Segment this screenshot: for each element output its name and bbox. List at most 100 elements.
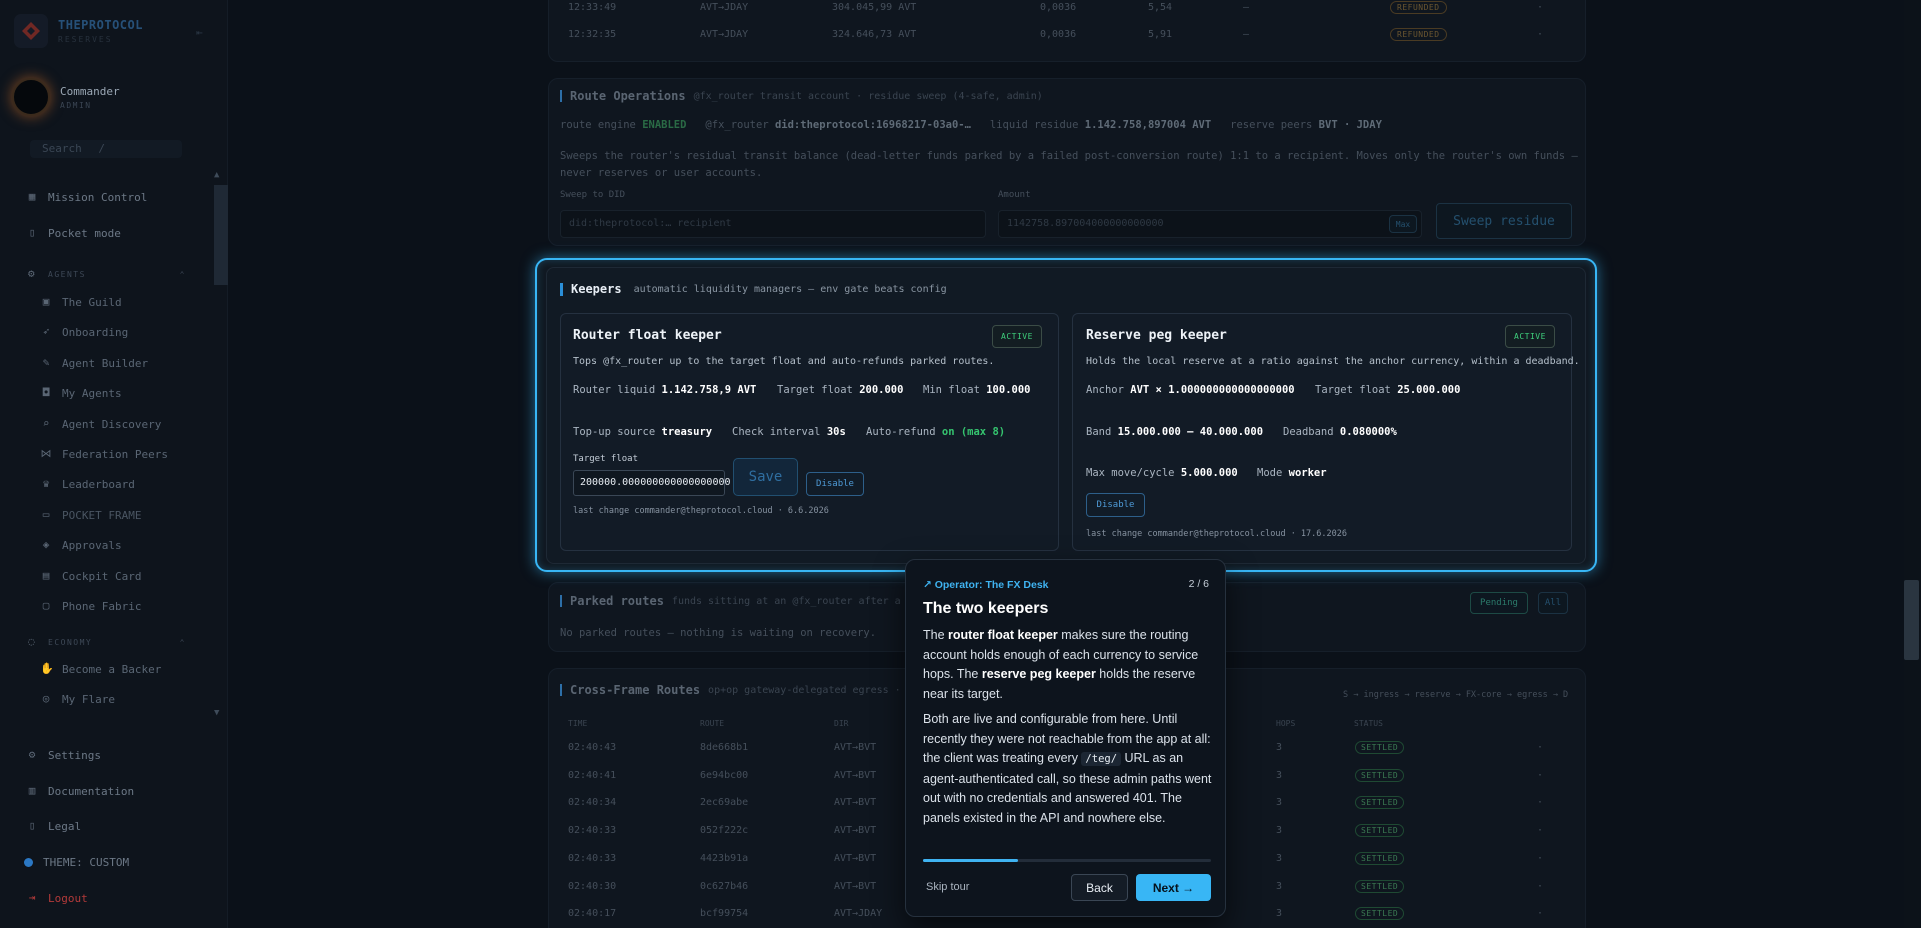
cell-rate: 0,0036 <box>1040 2 1077 13</box>
cell-dir: AVT→BVT <box>834 880 877 892</box>
user-profile[interactable]: Commander ADMIN <box>12 78 120 116</box>
nav-agent-discovery[interactable]: ⌕ Agent Discovery <box>40 414 162 434</box>
value: treasury <box>661 426 713 438</box>
nav-my-agents[interactable]: ◘ My Agents <box>40 383 122 403</box>
nav-label: Approvals <box>62 538 122 552</box>
skip-tour-button[interactable]: Skip tour <box>926 881 969 893</box>
bot-icon: ◘ <box>42 386 50 399</box>
status-badge: SETTLED <box>1355 907 1405 921</box>
nav-cockpit-card[interactable]: ▤ Cockpit Card <box>40 566 142 586</box>
brand[interactable]: THEPROTOCOL RESERVES <box>14 14 143 48</box>
grid-icon: ▦ <box>28 190 36 203</box>
back-button[interactable]: Back <box>1071 874 1128 901</box>
title-bar <box>560 595 562 607</box>
row-action[interactable]: · <box>1537 2 1543 13</box>
router-disable-button[interactable]: Disable <box>806 472 864 496</box>
value: 30s <box>826 426 846 438</box>
nav-settings[interactable]: ⚙ Settings <box>26 745 101 765</box>
page-scrollbar-thumb[interactable] <box>1904 580 1919 660</box>
reserve-band: Band 15.000.000 – 40.000.000 <box>1086 426 1263 438</box>
reserve-target-float: Target float 25.000.000 <box>1315 384 1460 396</box>
reserve-disable-button[interactable]: Disable <box>1086 493 1145 517</box>
nav-label: Onboarding <box>62 325 129 339</box>
nav-phone-fabric[interactable]: ▢ Phone Fabric <box>40 596 142 616</box>
row-action[interactable]: · <box>1537 29 1543 40</box>
nav-documentation[interactable]: ▥ Documentation <box>26 781 134 801</box>
tour-tag: ↗ Operator: The FX Desk <box>923 579 1049 591</box>
label: Auto-refund <box>866 426 936 438</box>
gear-icon: ⚙ <box>28 748 36 761</box>
reserve-keeper-title: Reserve peg keeper <box>1086 328 1227 343</box>
value: 25.000.000 <box>1397 384 1461 396</box>
nav-label: Mission Control <box>48 190 148 204</box>
row-action[interactable]: · <box>1537 770 1543 781</box>
nav-mission-control[interactable]: ▦ Mission Control <box>26 187 148 207</box>
nav-my-flare[interactable]: ◎ My Flare <box>40 689 115 709</box>
nav-legal[interactable]: ▯ Legal <box>26 816 81 836</box>
flare-icon: ◎ <box>42 692 50 705</box>
router-keeper-title: Router float keeper <box>573 328 722 343</box>
nav-agent-builder[interactable]: ✎ Agent Builder <box>40 353 148 373</box>
trophy-icon: ♛ <box>42 477 50 490</box>
value: on (max 8) <box>941 426 1006 438</box>
tab-pending[interactable]: Pending <box>1470 592 1528 614</box>
max-button[interactable]: Max <box>1389 215 1417 233</box>
amount-label: Amount <box>998 190 1031 200</box>
tour-heading: The two keepers <box>923 600 1049 617</box>
row-action[interactable]: · <box>1537 881 1543 892</box>
target-float-input[interactable]: 200000.000000000000000000 <box>573 470 731 496</box>
cell-dir: AVT→BVT <box>834 769 877 781</box>
nav-label: Agent Builder <box>62 356 149 370</box>
title-text: Cross-Frame Routes <box>570 683 701 697</box>
cell-hops: 3 <box>1276 852 1283 864</box>
sweep-did-input[interactable]: did:theprotocol:… recipient <box>560 210 986 238</box>
col-dir: DIR <box>834 719 849 728</box>
title-bar <box>560 684 562 696</box>
cell-time: 02:40:33 <box>568 852 617 864</box>
nav-pocket-mode[interactable]: ▯ Pocket mode <box>26 223 121 243</box>
tab-all[interactable]: All <box>1538 592 1568 614</box>
nav-the-guild[interactable]: ▣ The Guild <box>40 292 122 312</box>
scroll-up-icon[interactable]: ▲ <box>214 170 219 180</box>
nav-pocket-frame[interactable]: ▭ POCKET FRAME <box>40 505 142 525</box>
cell-rate: 0,0036 <box>1040 29 1077 40</box>
cross-frame-title: Cross-Frame Routes op+op gateway-delegat… <box>560 683 901 697</box>
cell-dir: AVT→BVT <box>834 742 877 753</box>
nav-logout[interactable]: ⇥ Logout <box>26 888 88 908</box>
nav-federation-peers[interactable]: ⋈ Federation Peers <box>40 444 168 464</box>
reserve-keeper-desc: Holds the local reserve at a ratio again… <box>1086 356 1580 367</box>
nav-onboarding[interactable]: ➶ Onboarding <box>40 322 129 342</box>
row-action[interactable]: · <box>1537 825 1543 836</box>
page-scrollbar[interactable] <box>1904 0 1921 928</box>
cell-dir: AVT→BVT <box>834 852 877 864</box>
theme-toggle[interactable]: THEME: CUSTOM <box>24 852 129 872</box>
tour-progress-fill <box>923 859 1019 862</box>
section-economy[interactable]: ◌ ECONOMY ⌃ <box>26 636 186 648</box>
sweep-residue-button[interactable]: Sweep residue <box>1436 203 1572 239</box>
search-input[interactable]: Search / <box>30 140 182 158</box>
label: Check interval <box>732 426 821 438</box>
subtitle: @fx_router transit account · residue swe… <box>693 90 1043 102</box>
cell-time: 02:40:30 <box>568 880 617 892</box>
nav-label: Cockpit Card <box>62 569 142 583</box>
nav-become-backer[interactable]: ✋ Become a Backer <box>40 659 161 679</box>
scroll-down-icon[interactable]: ▼ <box>214 708 219 718</box>
title-bar <box>560 282 563 296</box>
cell-amount: 324.646,73 AVT <box>832 29 917 40</box>
wrench-icon: ✎ <box>42 356 50 369</box>
parked-empty: No parked routes — nothing is waiting on… <box>560 627 877 639</box>
save-button[interactable]: Save <box>733 458 798 496</box>
value: 200.000 <box>859 384 904 396</box>
row-action[interactable]: · <box>1537 908 1543 919</box>
row-action[interactable]: · <box>1537 742 1543 753</box>
nav-approvals[interactable]: ◈ Approvals <box>40 535 122 555</box>
sidebar-scrollbar-thumb[interactable] <box>214 185 228 285</box>
collapse-sidebar-icon[interactable]: ⇤ <box>196 26 203 39</box>
nav-leaderboard[interactable]: ♛ Leaderboard <box>40 474 135 494</box>
amount-input[interactable]: 1142758.897004000000000000 <box>998 210 1422 238</box>
section-agents[interactable]: ⚙ AGENTS ⌃ <box>26 268 186 280</box>
next-button[interactable]: Next → <box>1136 874 1211 901</box>
row-action[interactable]: · <box>1537 853 1543 864</box>
route-ops-desc: Sweeps the router's residual transit bal… <box>560 150 1578 179</box>
row-action[interactable]: · <box>1537 797 1543 808</box>
